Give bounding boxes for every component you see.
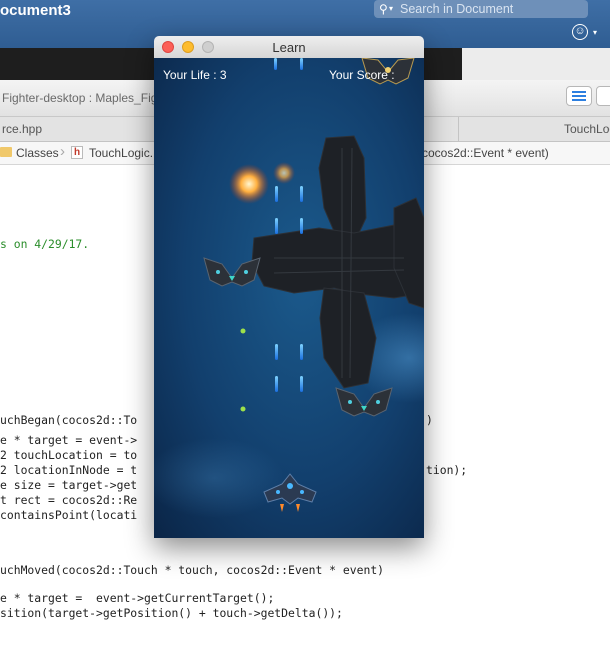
jumpbar-folder[interactable]: Classes xyxy=(16,146,59,160)
folder-icon xyxy=(0,147,12,157)
tab-label: rce.hpp xyxy=(2,122,43,136)
jumpbar-function[interactable]: cocos2d::Event * event) xyxy=(422,146,549,160)
code-line: containsPoint(locati xyxy=(0,508,138,522)
document-margin xyxy=(462,48,610,80)
learn-titlebar: Learn xyxy=(154,36,424,59)
document-title: ocument3 xyxy=(0,2,71,19)
editor-lines-icon xyxy=(572,91,586,101)
window-title: Learn xyxy=(272,40,306,55)
chevron-down-icon[interactable]: ▾ xyxy=(593,28,597,37)
search-placeholder: Search in Document xyxy=(400,2,514,16)
hud-score: Your Score : xyxy=(329,68,395,82)
code-fragment: ) xyxy=(426,413,433,427)
enemy-bullet xyxy=(240,406,246,412)
hud-life: Your Life : 3 xyxy=(163,68,227,82)
game-scene xyxy=(154,57,424,538)
game-canvas[interactable]: Your Life : 3 Your Score : xyxy=(154,57,424,538)
chevron-down-icon: ▾ xyxy=(389,4,394,13)
tab-label: TouchLog xyxy=(564,122,610,136)
assistant-editor-button[interactable] xyxy=(596,86,610,106)
code-line: uchBegan(cocos2d::To xyxy=(0,413,138,427)
code-line: 2 locationInNode = t xyxy=(0,463,138,477)
search-icon: ⚲ xyxy=(379,2,388,16)
standard-editor-button[interactable] xyxy=(566,86,592,106)
code-line: s on 4/29/17. xyxy=(0,237,90,251)
code-fragment: tion); xyxy=(426,463,468,477)
learn-game-window: Learn Your Life: 3 Your Score: xyxy=(154,36,424,538)
code-line: t rect = cocos2d::Re xyxy=(0,493,138,507)
chevron-right-icon: › xyxy=(60,143,65,160)
code-line: e * target = event-> xyxy=(0,433,138,447)
smiley-feedback-icon[interactable]: ☺ xyxy=(572,24,588,40)
search-field[interactable]: ⚲ ▾ Search in Document xyxy=(374,0,588,18)
code-line: e size = target->get xyxy=(0,478,138,492)
enemy-bullet xyxy=(240,328,246,334)
code-line: uchMoved(cocos2d::Touch * touch, cocos2d… xyxy=(0,563,385,577)
explosion xyxy=(229,164,269,204)
code-line: e * target = event->getCurrentTarget(); xyxy=(0,591,275,605)
jumpbar-file[interactable]: TouchLogic. xyxy=(89,146,153,160)
code-line: sition(target->getPosition() + touch->ge… xyxy=(0,606,343,620)
code-line: 2 touchLocation = to xyxy=(0,448,138,462)
scheme-selector[interactable]: Fighter-desktop : Maples_Fig xyxy=(2,91,157,105)
explosion xyxy=(273,162,295,184)
header-file-icon: h xyxy=(71,146,83,159)
